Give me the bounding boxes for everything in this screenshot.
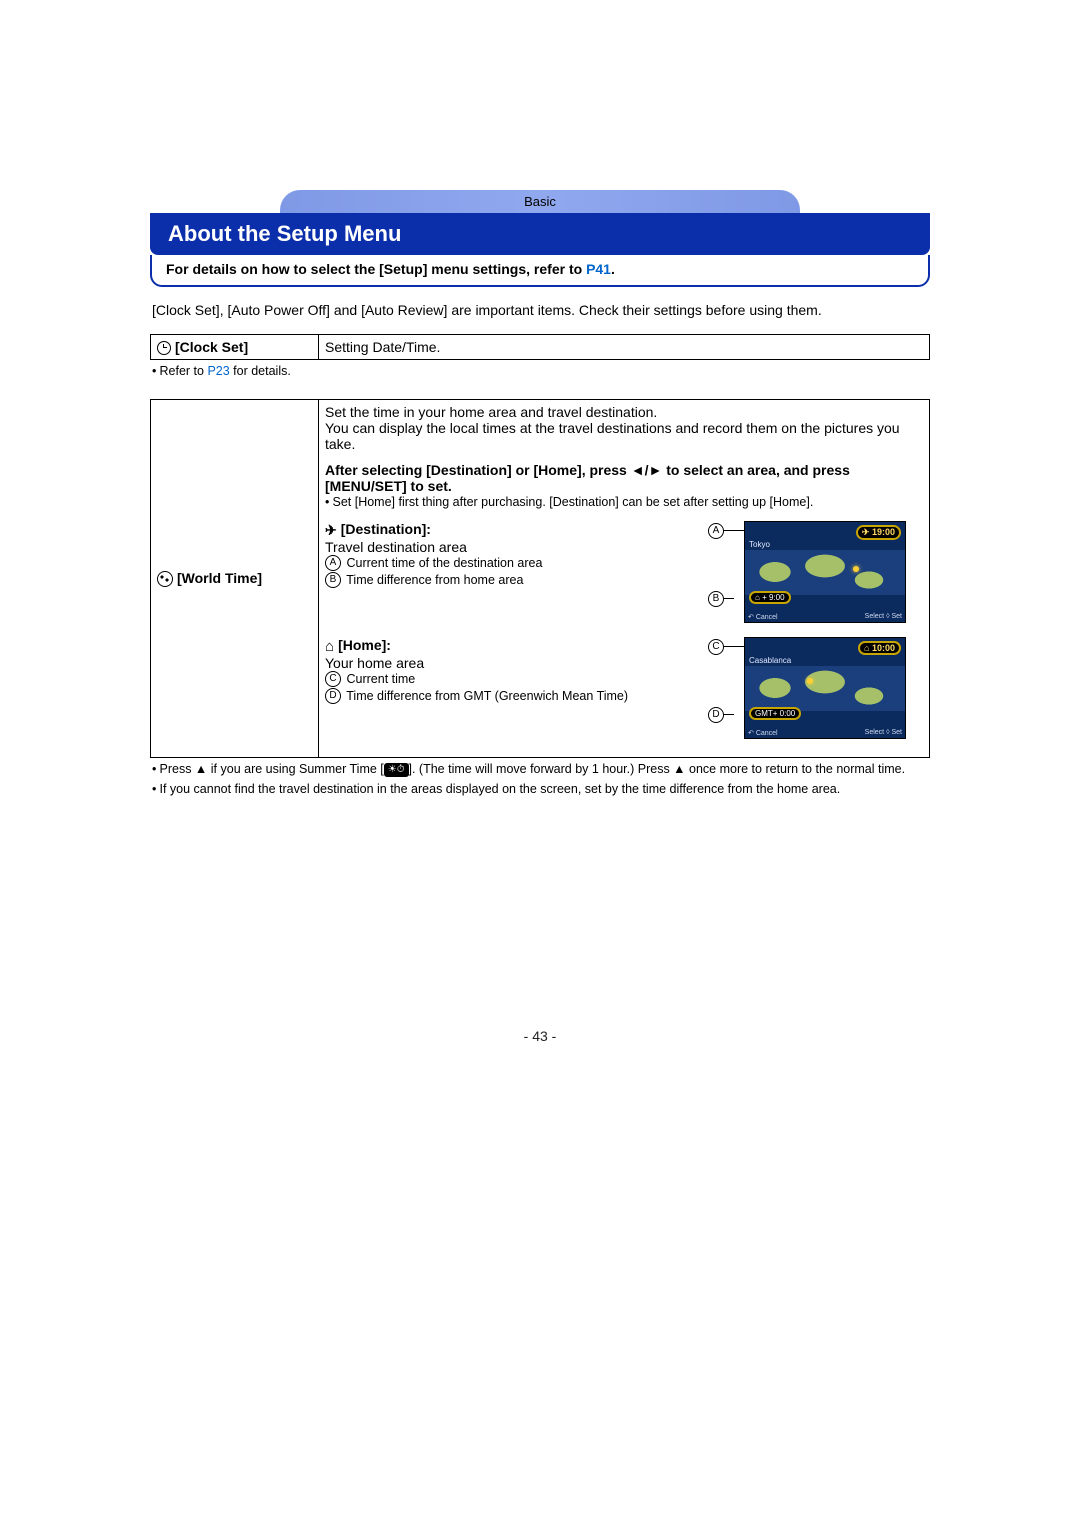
bullet-icon xyxy=(152,761,160,778)
note1-part1: Press ▲ if you are using Summer Time [ xyxy=(160,762,384,776)
note2-text: If you cannot find the travel destinatio… xyxy=(160,782,841,796)
home-label: [Home]: xyxy=(338,637,391,653)
callout-letter-d: D xyxy=(708,707,726,723)
circled-a-icon: A xyxy=(325,555,341,571)
lcd-home-diff: GMT+ 0:00 xyxy=(749,707,801,720)
home-c-text: Current time xyxy=(346,672,415,686)
worldtime-subnote: Set [Home] first thing after purchasing.… xyxy=(325,494,923,511)
lcd-cancel: ↶ Cancel xyxy=(748,729,778,737)
world-map-icon xyxy=(745,550,905,595)
map-marker-icon xyxy=(807,678,813,684)
lcd-dest-city: Tokyo xyxy=(749,540,770,549)
lcd-select-set: Select ◊ Set xyxy=(865,729,902,737)
circled-d-icon: D xyxy=(708,707,724,723)
worldtime-table: [World Time] Set the time in your home a… xyxy=(150,399,930,758)
summer-time-icon: ☀⏱ xyxy=(384,763,409,777)
clockset-desc: Setting Date/Time. xyxy=(319,334,930,359)
page-link-p23[interactable]: P23 xyxy=(207,364,229,378)
dest-desc: Travel destination area xyxy=(325,539,722,555)
map-marker-icon xyxy=(853,566,859,572)
callout-letter-c: C xyxy=(708,639,726,655)
refer-note: Refer to P23 for details. xyxy=(152,363,928,380)
lcd-dest-time: ✈ 19:00 xyxy=(856,525,901,540)
manual-page: Basic About the Setup Menu For details o… xyxy=(130,0,950,1084)
plane-icon: ✈ xyxy=(325,522,337,539)
subnote-text: Set [Home] first thing after purchasing.… xyxy=(333,495,814,509)
section-header: Basic xyxy=(280,190,800,213)
lcd-cancel: ↶ Cancel xyxy=(748,613,778,621)
page-title: About the Setup Menu xyxy=(150,213,930,255)
home-item-c: C Current time xyxy=(325,671,722,688)
clockset-table: [Clock Set] Setting Date/Time. xyxy=(150,334,930,360)
callout-line xyxy=(724,598,734,599)
clockset-label-cell: [Clock Set] xyxy=(151,334,319,359)
area-fallback-note: If you cannot find the travel destinatio… xyxy=(152,781,928,798)
world-map-icon xyxy=(745,666,905,711)
bullet-icon xyxy=(325,494,333,511)
intro-paragraph: [Clock Set], [Auto Power Off] and [Auto … xyxy=(152,301,928,320)
home-icon: ⌂ xyxy=(325,638,334,655)
lcd-diff-value: + 9:00 xyxy=(762,593,784,602)
callout-line xyxy=(724,714,734,715)
globe-icon xyxy=(157,571,173,587)
instr-part1: After selecting [Destination] or [Home],… xyxy=(325,462,631,478)
destination-heading: ✈[Destination]: xyxy=(325,521,722,539)
callout-letter-b: B xyxy=(708,591,726,607)
worldtime-label-cell: [World Time] xyxy=(151,400,319,758)
worldtime-line2: You can display the local times at the t… xyxy=(325,420,923,452)
dest-label: [Destination]: xyxy=(341,521,431,537)
worldtime-instruction: After selecting [Destination] or [Home],… xyxy=(325,462,923,494)
lcd-footer: ↶ Cancel Select ◊ Set xyxy=(745,613,905,621)
home-row: ⌂[Home]: Your home area C Current time D… xyxy=(325,637,923,753)
details-suffix: . xyxy=(611,261,615,277)
worldtime-line1: Set the time in your home area and trave… xyxy=(325,404,923,420)
clock-icon xyxy=(157,341,171,355)
bullet-icon xyxy=(152,781,160,798)
circled-d-icon: D xyxy=(325,688,341,704)
bullet-icon xyxy=(152,363,160,380)
circled-a-icon: A xyxy=(708,523,724,539)
home-lcd-wrap: C D ⌂ 10:00 Casablanca GMT+ 0:00 xyxy=(728,637,923,739)
details-reference: For details on how to select the [Setup]… xyxy=(150,255,930,287)
refer-suffix: for details. xyxy=(230,364,291,378)
details-text: For details on how to select the [Setup]… xyxy=(166,261,586,277)
lcd-home-city: Casablanca xyxy=(749,656,791,665)
worldtime-label: [World Time] xyxy=(177,570,262,586)
home-item-d: D Time difference from GMT (Greenwich Me… xyxy=(325,688,722,705)
destination-row: ✈[Destination]: Travel destination area … xyxy=(325,521,923,637)
refer-prefix: Refer to xyxy=(160,364,208,378)
page-number: - 43 - xyxy=(150,1028,930,1044)
lcd-dest-diff: ⌂ + 9:00 xyxy=(749,591,791,604)
lcd-select-set: Select ◊ Set xyxy=(865,613,902,621)
circled-c-icon: C xyxy=(325,671,341,687)
lcd-time-value: 10:00 xyxy=(872,643,895,653)
page-link-p41[interactable]: P41 xyxy=(586,261,611,277)
circled-b-icon: B xyxy=(325,572,341,588)
dest-item-b: B Time difference from home area xyxy=(325,572,722,589)
dest-a-text: Current time of the destination area xyxy=(346,556,542,570)
circled-c-icon: C xyxy=(708,639,724,655)
circled-b-icon: B xyxy=(708,591,724,607)
table-row: [World Time] Set the time in your home a… xyxy=(151,400,930,758)
clockset-label: [Clock Set] xyxy=(175,339,248,355)
home-desc: Your home area xyxy=(325,655,722,671)
destination-lcd-wrap: A B ✈ 19:00 Tokyo ⌂ + 9:00 xyxy=(728,521,923,623)
left-right-arrow-icon: ◄/► xyxy=(631,462,663,478)
home-d-text: Time difference from GMT (Greenwich Mean… xyxy=(346,689,628,703)
lcd-home-time: ⌂ 10:00 xyxy=(858,641,901,655)
destination-lcd: ✈ 19:00 Tokyo ⌂ + 9:00 ↶ Cancel Select ◊… xyxy=(744,521,906,623)
lcd-footer: ↶ Cancel Select ◊ Set xyxy=(745,729,905,737)
dest-b-text: Time difference from home area xyxy=(346,573,523,587)
table-row: [Clock Set] Setting Date/Time. xyxy=(151,334,930,359)
lcd-time-value: 19:00 xyxy=(872,527,895,537)
dest-item-a: A Current time of the destination area xyxy=(325,555,722,572)
summer-time-note: Press ▲ if you are using Summer Time [☀⏱… xyxy=(152,761,928,778)
note1-part2: ]. (The time will move forward by 1 hour… xyxy=(409,762,906,776)
callout-letter-a: A xyxy=(708,523,726,539)
worldtime-content: Set the time in your home area and trave… xyxy=(319,400,930,758)
home-heading: ⌂[Home]: xyxy=(325,637,722,655)
home-lcd: ⌂ 10:00 Casablanca GMT+ 0:00 ↶ Cancel Se… xyxy=(744,637,906,739)
